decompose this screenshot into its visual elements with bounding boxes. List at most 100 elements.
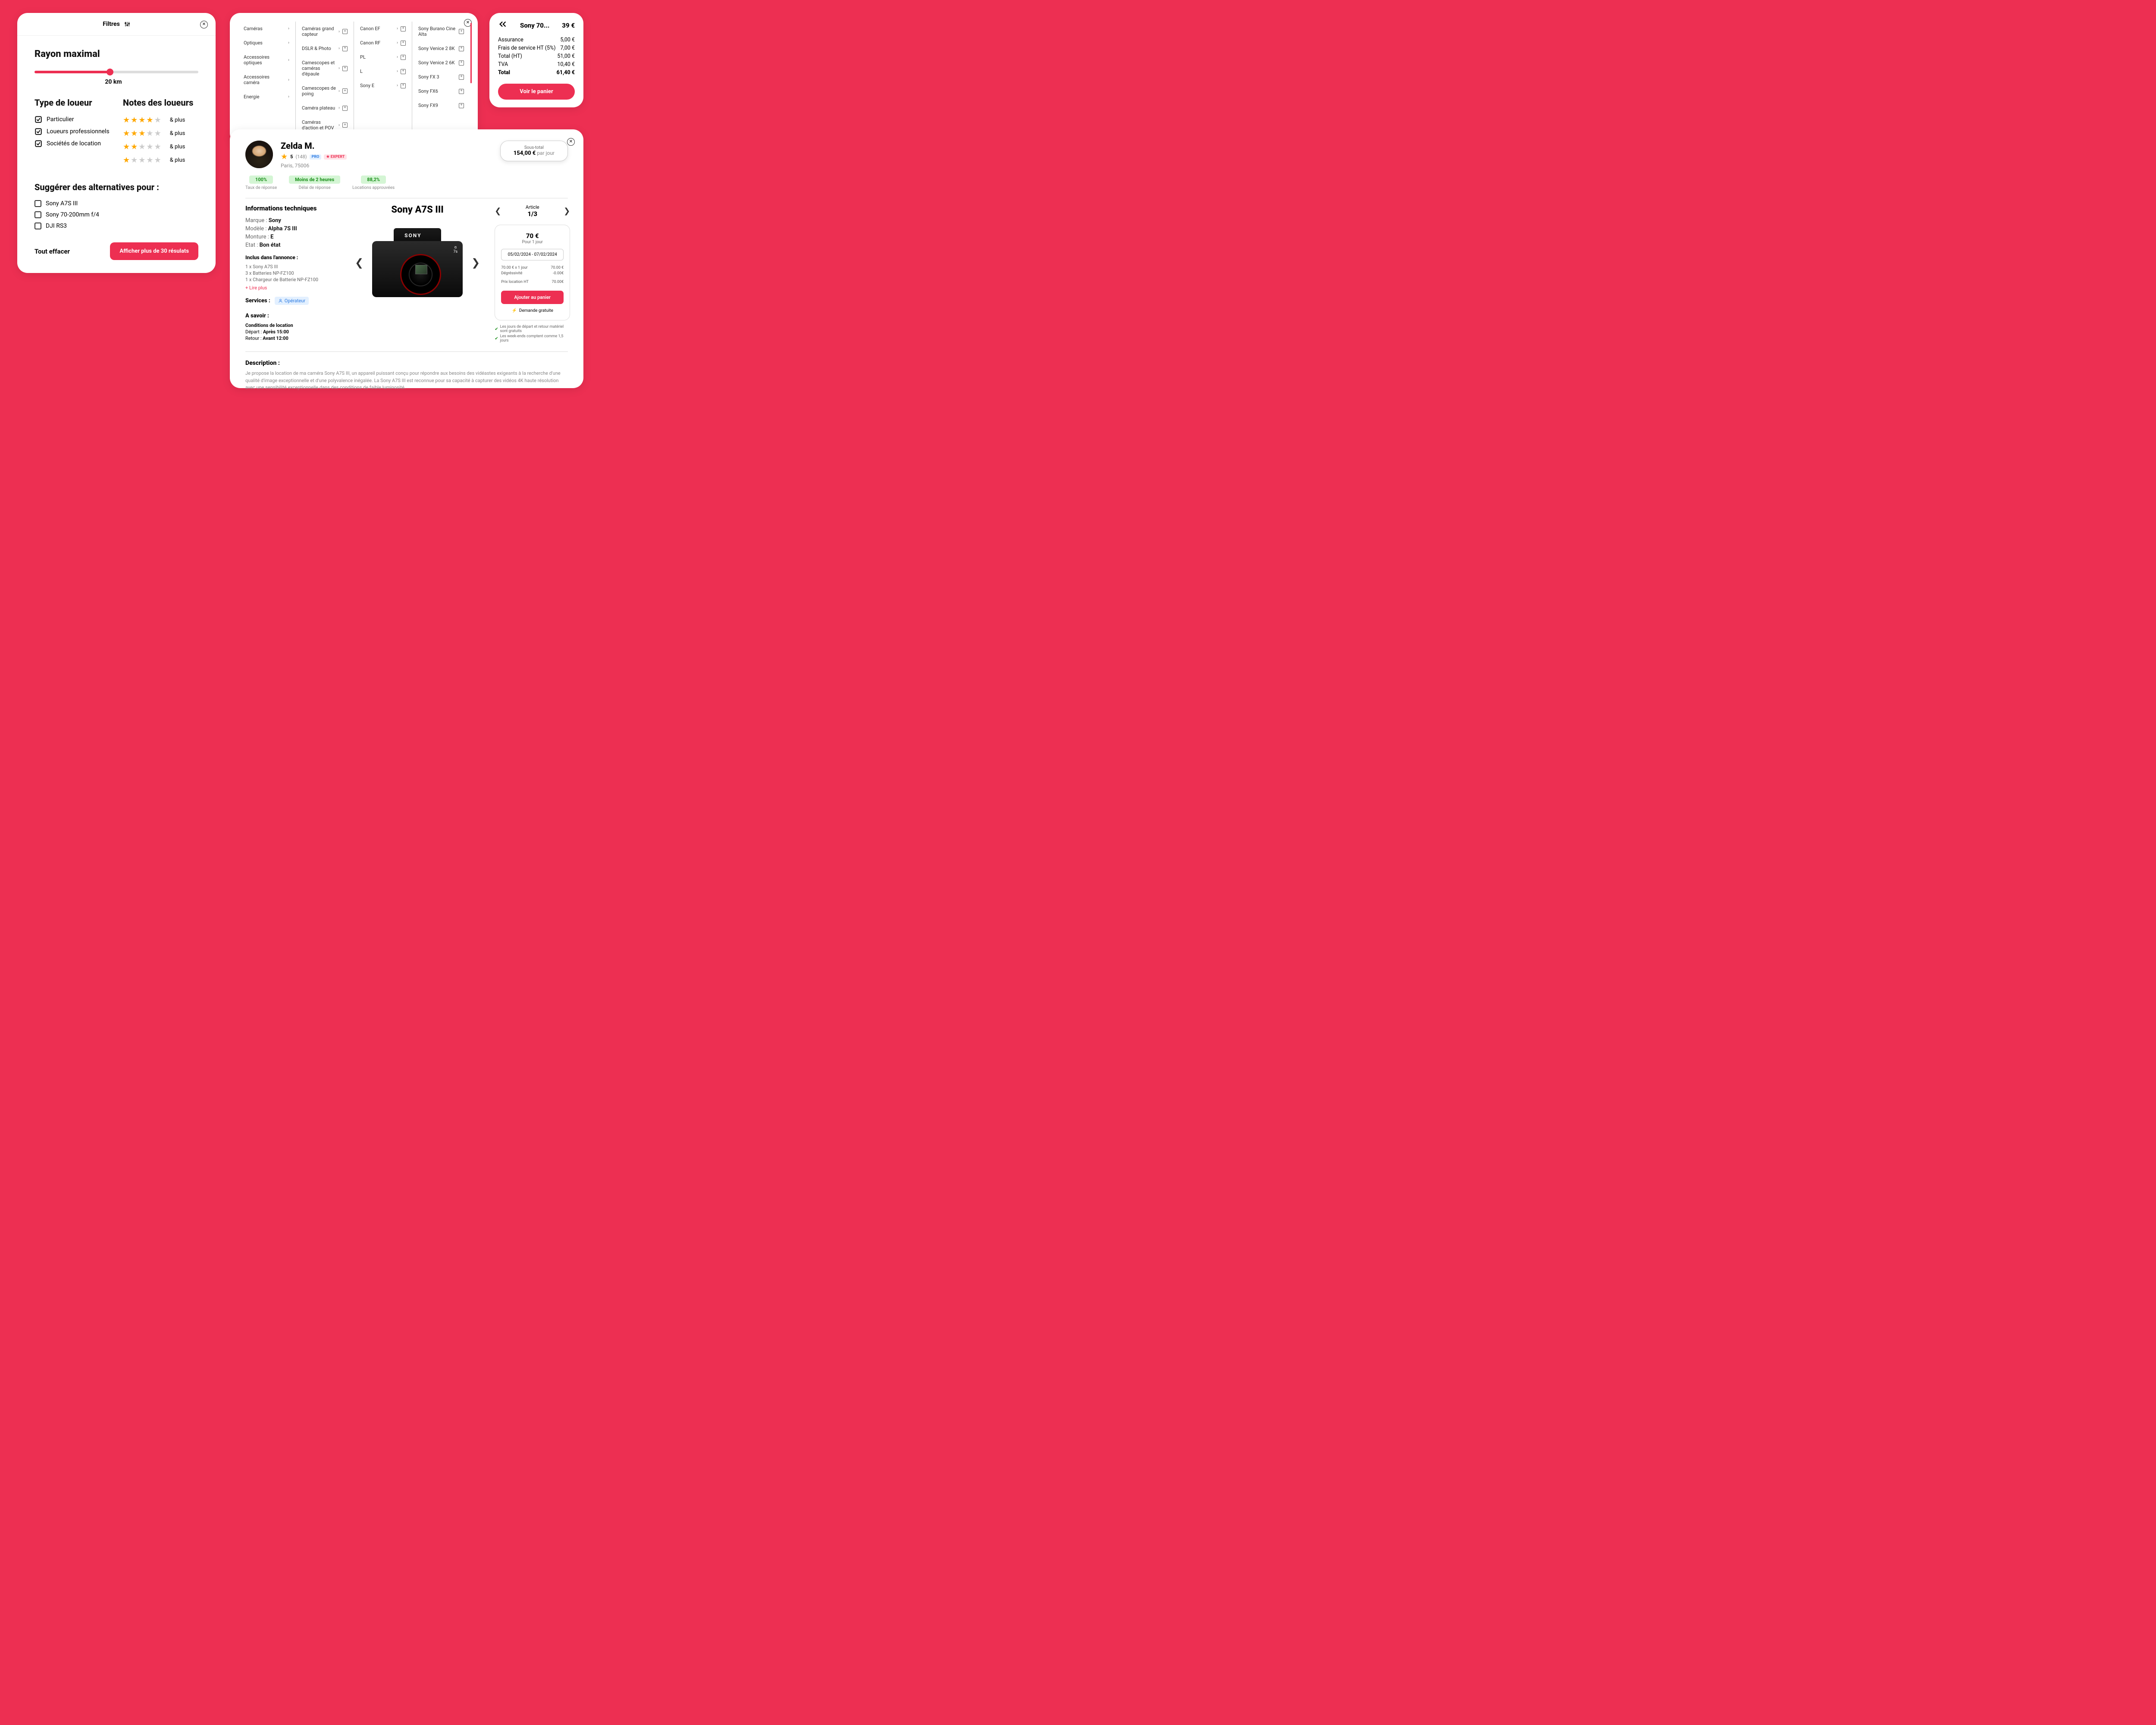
- clear-button[interactable]: Tout effacer: [34, 248, 70, 255]
- add-icon[interactable]: +: [401, 41, 406, 46]
- menu-item[interactable]: Canon RF›+: [360, 36, 406, 50]
- operator-badge: Opérateur: [275, 297, 309, 305]
- menu-item[interactable]: Sony Venice 2 6K+: [418, 56, 464, 70]
- cart-title: Sony 70...: [520, 22, 549, 29]
- bolt-icon: ⚡: [511, 308, 517, 313]
- article-counter: 1/3: [526, 210, 539, 218]
- chevron-right-icon: ›: [338, 46, 340, 51]
- chevron-right-icon: ›: [397, 55, 398, 60]
- add-icon[interactable]: +: [342, 46, 348, 51]
- close-icon[interactable]: ✕: [200, 21, 208, 28]
- date-field[interactable]: 05/02/2024 - 07/02/2024: [501, 249, 564, 260]
- rating-filter-option[interactable]: ★★★★★& plus: [123, 116, 198, 125]
- chevron-right-icon: ›: [288, 78, 289, 82]
- show-results-button[interactable]: Afficher plus de 30 résulats: [110, 242, 198, 260]
- note-item: ✔Les week-ends comptent comme 1,5 jours: [495, 334, 570, 343]
- seller-location: Paris, 75006: [281, 163, 347, 169]
- star-icon: ★: [154, 129, 161, 138]
- ratings-title: Notes des loueurs: [123, 97, 198, 108]
- checkbox-icon: [34, 223, 41, 229]
- add-icon[interactable]: +: [459, 29, 464, 34]
- add-icon[interactable]: +: [342, 122, 348, 128]
- add-icon[interactable]: +: [342, 66, 348, 71]
- prev-image-button[interactable]: ❮: [351, 252, 368, 273]
- subtotal-per: par jour: [536, 150, 555, 156]
- menu-item[interactable]: L›+: [360, 64, 406, 78]
- rating-filter-option[interactable]: ★★★★★& plus: [123, 129, 198, 138]
- add-icon[interactable]: +: [459, 89, 464, 94]
- menu-item[interactable]: PL›+: [360, 50, 406, 64]
- menu-item[interactable]: Accessoires caméra›: [244, 70, 289, 90]
- alternative-option[interactable]: Sony 70-200mm f/4: [34, 211, 198, 218]
- rating-filter-option[interactable]: ★★★★★& plus: [123, 156, 198, 165]
- menu-item[interactable]: Sony Venice 2 8K+: [418, 41, 464, 56]
- add-icon[interactable]: +: [459, 46, 464, 51]
- chevron-right-icon: ›: [397, 26, 398, 31]
- services-label: Services :: [245, 298, 270, 304]
- free-request: ⚡Demande gratuite: [501, 308, 564, 313]
- cart-line-value: 10,40 €: [557, 61, 575, 68]
- renter-type-option[interactable]: Loueurs professionnels: [34, 128, 110, 135]
- next-article-button[interactable]: ❯: [564, 207, 570, 216]
- know-title: A savoir :: [245, 313, 340, 319]
- menu-item[interactable]: Optiques›: [244, 36, 289, 50]
- star-icon: ★: [123, 116, 130, 125]
- add-icon[interactable]: +: [342, 106, 348, 111]
- add-icon[interactable]: +: [459, 103, 464, 108]
- renter-type-option[interactable]: Sociétés de location: [34, 140, 110, 147]
- scrollbar[interactable]: [470, 23, 472, 83]
- alternative-option[interactable]: DJI RS3: [34, 223, 198, 229]
- subtotal-value: 154,00 €: [514, 150, 536, 157]
- menu-item[interactable]: Camescopes et caméras d'épaule›+: [302, 56, 348, 81]
- menu-item[interactable]: Caméras grand capteur›+: [302, 22, 348, 41]
- menu-item[interactable]: Sony Burano Cine Alta+: [418, 22, 464, 41]
- star-icon: ★: [131, 156, 138, 165]
- menu-item[interactable]: Sony FX6+: [418, 84, 464, 98]
- category-menu: ✕ Caméras›Optiques›Accessoires optiques›…: [230, 13, 478, 144]
- rating-filter-option[interactable]: ★★★★★& plus: [123, 142, 198, 151]
- chevron-right-icon: ›: [288, 26, 289, 31]
- menu-item[interactable]: Accessoires optiques›: [244, 50, 289, 70]
- menu-item[interactable]: Caméra plateau›+: [302, 101, 348, 115]
- user-icon: [278, 298, 283, 303]
- renter-type-title: Type de loueur: [34, 97, 110, 108]
- add-icon[interactable]: +: [342, 88, 348, 94]
- menu-item[interactable]: Sony FX 3+: [418, 70, 464, 84]
- menu-item[interactable]: Sony FX9+: [418, 98, 464, 113]
- add-icon[interactable]: +: [459, 60, 464, 66]
- add-icon[interactable]: +: [401, 83, 406, 88]
- view-cart-button[interactable]: Voir le panier: [498, 84, 575, 100]
- menu-item[interactable]: Canon EF›+: [360, 22, 406, 36]
- cart-line-value: 7,00 €: [560, 45, 575, 51]
- renter-type-option[interactable]: Particulier: [34, 116, 110, 123]
- checkbox-icon: [34, 211, 41, 218]
- avatar[interactable]: [245, 141, 273, 168]
- add-icon[interactable]: +: [459, 75, 464, 80]
- add-icon[interactable]: +: [401, 69, 406, 74]
- menu-item[interactable]: DSLR & Photo›+: [302, 41, 348, 56]
- prev-article-button[interactable]: ❮: [495, 207, 501, 216]
- cart-line-label: Total (HT): [498, 53, 522, 60]
- included-item: 1 x Chargeur de Batterie NP-FZ100: [245, 277, 340, 282]
- add-to-cart-button[interactable]: Ajouter au panier: [501, 291, 564, 304]
- next-image-button[interactable]: ❯: [467, 252, 484, 273]
- subtotal-box: Sous-total 154,00 € par jour: [500, 141, 568, 161]
- menu-item[interactable]: Camescopes de poing›+: [302, 81, 348, 101]
- read-more-link[interactable]: + Lire plus: [245, 285, 340, 291]
- conditions-label: Conditions de location: [245, 323, 293, 328]
- add-icon[interactable]: +: [342, 29, 348, 34]
- menu-item[interactable]: Sony E›+: [360, 78, 406, 93]
- cart-line-label: TVA: [498, 61, 508, 68]
- cart-total-label: Total: [498, 69, 510, 76]
- close-icon[interactable]: ✕: [567, 138, 575, 146]
- alternative-option[interactable]: Sony A7S III: [34, 200, 198, 207]
- menu-item[interactable]: Energie›: [244, 90, 289, 104]
- included-item: 1 x Sony A7S III: [245, 264, 340, 270]
- add-icon[interactable]: +: [401, 26, 406, 31]
- add-icon[interactable]: +: [401, 55, 406, 60]
- star-icon: ★: [123, 156, 130, 165]
- back-icon[interactable]: [498, 21, 508, 30]
- menu-item[interactable]: Caméras›: [244, 22, 289, 36]
- radius-slider[interactable]: 20 km: [34, 67, 198, 85]
- filters-title: Filtres: [103, 21, 120, 28]
